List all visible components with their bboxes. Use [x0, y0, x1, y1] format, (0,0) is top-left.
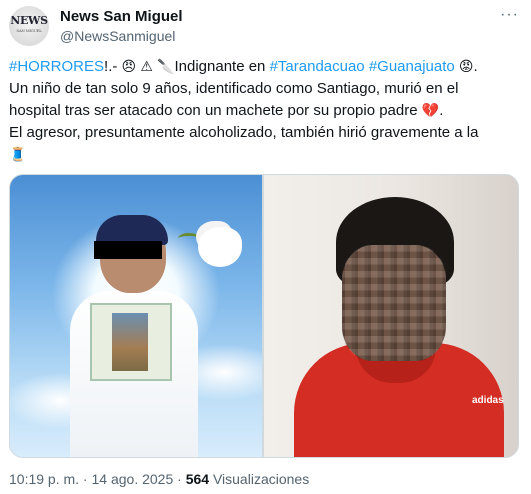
avatar[interactable]: NEWS SAN MIGUEL: [9, 6, 49, 46]
tweet-text-segment: .: [439, 102, 444, 119]
views-count[interactable]: 564: [186, 471, 209, 487]
dove-icon: [198, 227, 242, 267]
tweet-line-4: El agresor, presuntamente alcoholizado, …: [9, 124, 479, 141]
tweet-text-segment: !.-: [104, 58, 122, 75]
tweet-media: adidas: [9, 174, 519, 458]
pixel-mosaic-overlay: [342, 245, 446, 361]
tweet-line-2: Un niño de tan solo 9 años, identificado…: [9, 80, 459, 97]
broken-heart-emoji-icon: 💔: [421, 103, 440, 119]
censor-bar: [94, 241, 162, 259]
olive-branch-icon: [178, 233, 200, 244]
tweet-text-segment: Indignante en: [174, 58, 270, 75]
tweet-footer: 10:19 p. m. · 14 ago. 2025 · 564 Visuali…: [9, 471, 309, 487]
views-label[interactable]: Visualizaciones: [209, 471, 309, 487]
separator-dot: ·: [79, 471, 92, 487]
holy-card: [90, 303, 172, 381]
tweet-time[interactable]: 10:19 p. m.: [9, 471, 79, 487]
tweet-date[interactable]: 14 ago. 2025: [92, 471, 174, 487]
knife-emoji-icon: 🔪: [157, 59, 175, 75]
hashtag-guanajuato[interactable]: #Guanajuato: [369, 58, 455, 75]
hashtag-horrores[interactable]: #HORRORES: [9, 58, 104, 75]
memorial-photo-icon[interactable]: [10, 175, 262, 457]
separator-dot: ·: [173, 471, 186, 487]
tweet-text-segment: .: [473, 58, 478, 75]
angry-face-emoji-icon: 😠: [121, 59, 137, 75]
tweet-header: NEWS SAN MIGUEL News San Miguel @NewsSan…: [9, 6, 521, 46]
warning-emoji-icon: ⚠: [140, 59, 153, 75]
account-name[interactable]: News San Miguel: [60, 8, 183, 25]
more-horizontal-icon[interactable]: ···: [500, 6, 519, 24]
account-handle[interactable]: @NewsSanmiguel: [60, 28, 175, 44]
tweet-text: #HORRORES!.- 😠 ⚠ 🔪Indignante en #Taranda…: [9, 56, 523, 166]
boy-photo-icon[interactable]: adidas: [264, 175, 518, 457]
adidas-logo: adidas: [472, 395, 504, 406]
avatar-logo: NEWS SAN MIGUEL: [10, 14, 48, 33]
tweet-card: NEWS SAN MIGUEL News San Miguel @NewsSan…: [0, 0, 531, 494]
rage-face-emoji-icon: 😡: [458, 59, 474, 75]
hashtag-tarandacuao[interactable]: #Tarandacuao: [270, 58, 365, 75]
thread-spool-emoji-icon: 🧵: [9, 147, 27, 163]
holy-card-image: [112, 313, 148, 371]
tweet-line-3: hospital tras ser atacado con un machete…: [9, 102, 418, 119]
